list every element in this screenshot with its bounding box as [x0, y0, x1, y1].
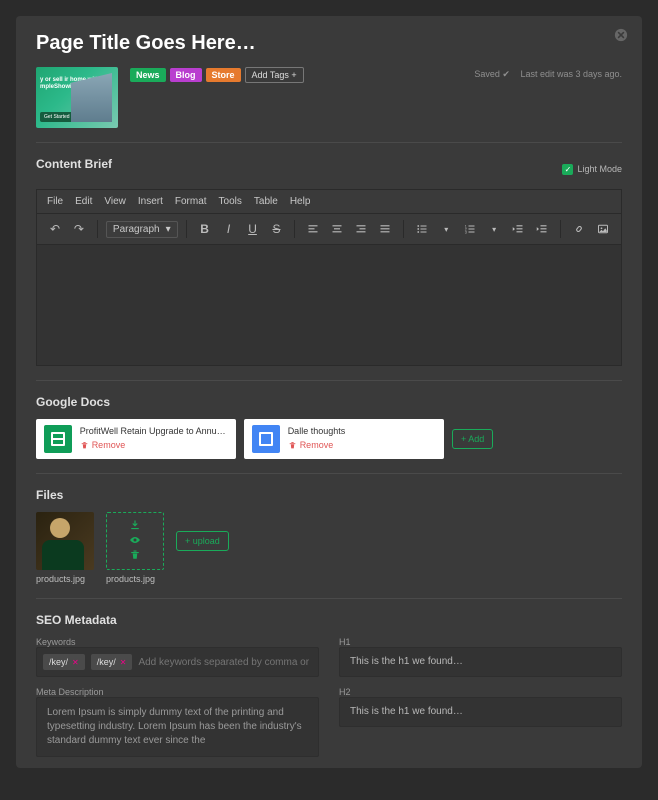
editor-panel: Page Title Goes Here… y or sell ir home … [16, 16, 642, 768]
rich-text-editor: File Edit View Insert Format Tools Table Help ↶… [36, 189, 622, 366]
redo-button[interactable]: ↷ [69, 219, 89, 239]
menu-tools[interactable]: Tools [219, 196, 242, 207]
remove-keyword-icon[interactable]: ✕ [72, 658, 79, 667]
keywords-text-input[interactable] [138, 657, 312, 668]
svg-text:3: 3 [465, 231, 467, 235]
h2-field[interactable]: This is the h1 we found… [339, 697, 622, 727]
editor-toolbar: ↶ ↷ Paragraph ▾ B I U S ▾ 123 ▾ [37, 214, 621, 245]
outdent-button[interactable] [508, 219, 528, 239]
save-status: Saved ✔ Last edit was 3 days ago. [474, 67, 622, 80]
menu-edit[interactable]: Edit [75, 196, 92, 207]
image-button[interactable] [593, 219, 613, 239]
last-edit-label: Last edit was 3 days ago. [520, 69, 622, 79]
keywords-input[interactable]: /key/✕ /key/✕ [36, 647, 319, 677]
file-actions-card [106, 512, 164, 570]
strike-button[interactable]: S [267, 219, 287, 239]
indent-button[interactable] [532, 219, 552, 239]
close-button[interactable] [614, 28, 630, 44]
align-justify-button[interactable] [375, 219, 395, 239]
underline-button[interactable]: U [243, 219, 263, 239]
tag-news[interactable]: News [130, 68, 166, 82]
thumb-cta: Get Started [40, 112, 74, 122]
tag-row: News Blog Store Add Tags + [130, 67, 304, 83]
link-button[interactable] [569, 219, 589, 239]
docs-icon [252, 425, 280, 453]
sheets-icon [44, 425, 72, 453]
align-right-button[interactable] [351, 219, 371, 239]
align-left-button[interactable] [303, 219, 323, 239]
numbered-list-button[interactable]: 123 [460, 219, 480, 239]
file-name: products.jpg [106, 574, 164, 584]
saved-label: Saved [474, 69, 500, 79]
meta-description-label: Meta Description [36, 687, 319, 697]
thumb-text: y or sell ir home with mpleShowing [40, 77, 118, 91]
trash-icon[interactable] [129, 549, 141, 564]
tag-store[interactable]: Store [206, 68, 241, 82]
doc-card[interactable]: ProfitWell Retain Upgrade to Annual Tem…… [36, 419, 236, 459]
check-icon: ✔ [502, 69, 510, 79]
editor-menubar: File Edit View Insert Format Tools Table Help [37, 190, 621, 214]
seo-title: SEO Metadata [36, 613, 622, 627]
google-docs-title: Google Docs [36, 395, 622, 409]
doc-remove-button[interactable]: Remove [288, 440, 436, 452]
files-title: Files [36, 488, 622, 502]
menu-help[interactable]: Help [290, 196, 311, 207]
doc-remove-button[interactable]: Remove [80, 440, 228, 452]
meta-description-text[interactable]: Lorem Ipsum is simply dummy text of the … [36, 697, 319, 757]
menu-format[interactable]: Format [175, 196, 207, 207]
doc-title: ProfitWell Retain Upgrade to Annual Tem… [80, 426, 228, 438]
doc-card[interactable]: Dalle thoughts Remove [244, 419, 444, 459]
align-center-button[interactable] [327, 219, 347, 239]
bold-button[interactable]: B [195, 219, 215, 239]
keyword-chip[interactable]: /key/✕ [43, 654, 85, 670]
file-name: products.jpg [36, 574, 94, 584]
h2-label: H2 [339, 687, 622, 697]
keywords-label: Keywords [36, 637, 319, 647]
block-format-label: Paragraph [113, 224, 160, 235]
content-brief-title: Content Brief [36, 157, 112, 171]
add-doc-button[interactable]: + Add [452, 429, 493, 449]
h1-field[interactable]: This is the h1 we found… [339, 647, 622, 677]
menu-view[interactable]: View [104, 196, 126, 207]
doc-title: Dalle thoughts [288, 426, 436, 438]
file-thumbnail[interactable] [36, 512, 94, 570]
menu-file[interactable]: File [47, 196, 63, 207]
bullet-list-chevron[interactable]: ▾ [436, 219, 456, 239]
menu-insert[interactable]: Insert [138, 196, 163, 207]
h1-label: H1 [339, 637, 622, 647]
bullet-list-button[interactable] [412, 219, 432, 239]
remove-keyword-icon[interactable]: ✕ [120, 658, 127, 667]
tag-blog[interactable]: Blog [170, 68, 202, 82]
numbered-list-chevron[interactable]: ▾ [484, 219, 504, 239]
undo-button[interactable]: ↶ [45, 219, 65, 239]
light-mode-toggle[interactable]: ✓ Light Mode [562, 164, 622, 175]
keyword-chip[interactable]: /key/✕ [91, 654, 133, 670]
chevron-down-icon: ▾ [166, 224, 171, 235]
editor-content-area[interactable] [37, 245, 621, 365]
eye-icon[interactable] [129, 534, 141, 549]
light-mode-label: Light Mode [577, 164, 622, 174]
checkbox-checked-icon: ✓ [562, 164, 573, 175]
download-icon[interactable] [129, 519, 141, 534]
italic-button[interactable]: I [219, 219, 239, 239]
add-tags-button[interactable]: Add Tags + [245, 67, 304, 83]
menu-table[interactable]: Table [254, 196, 278, 207]
page-title: Page Title Goes Here… [36, 32, 622, 55]
upload-button[interactable]: + upload [176, 531, 229, 551]
block-format-select[interactable]: Paragraph ▾ [106, 221, 178, 238]
page-thumbnail[interactable]: y or sell ir home with mpleShowing Get S… [36, 67, 118, 128]
